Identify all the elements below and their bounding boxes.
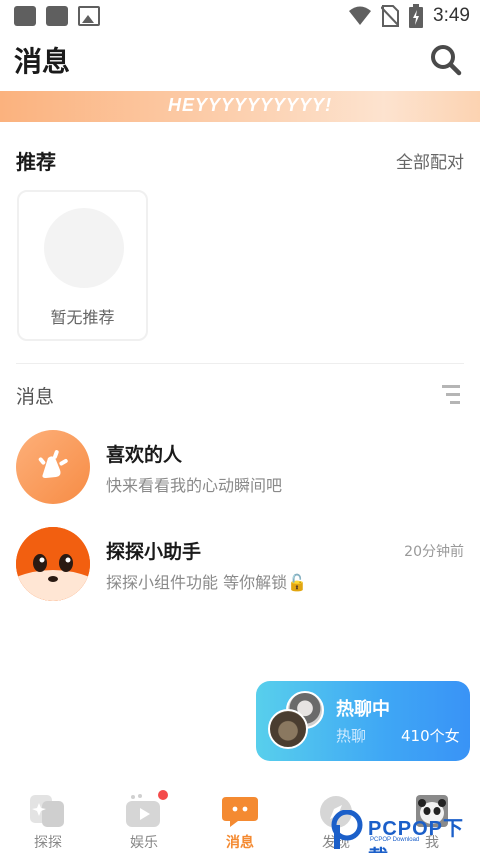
watermark-logo-icon [331,810,363,849]
all-matches-link[interactable]: 全部配对 [396,148,464,173]
avatar [268,709,308,749]
watermark: PCPOP下载 PCPOP Download [330,808,480,853]
notification-icon [46,6,68,26]
tab-label: 娱乐 [130,835,158,851]
hot-chat-title: 热聊中 [336,699,390,720]
cards-icon [30,795,64,827]
fox-icon [16,527,90,601]
banner-text: HEYYYYYYYYYY! [168,95,333,115]
hot-chat-card[interactable]: 热聊中 热聊 410个女 [256,681,470,761]
promo-banner[interactable]: HEYYYYYYYYYY! [0,91,480,122]
search-icon[interactable] [430,44,462,76]
notification-icon [14,6,36,26]
header: 消息 [0,36,480,88]
empty-recommend-text: 暂无推荐 [50,308,115,327]
watermark-subtext: PCPOP Download [370,837,420,843]
divider [16,363,464,364]
wifi-icon [349,6,372,25]
status-bar: 3:49 [0,0,480,32]
sparkle-icon [38,450,68,478]
list-menu-icon[interactable] [442,384,460,404]
chat-bubble-icon [222,797,258,827]
tab-entertainment[interactable]: 娱乐 [96,785,192,853]
page-title: 消息 [14,45,71,78]
notification-dot [158,790,168,800]
hot-chat-subtitle: 热聊 [336,727,367,745]
liked-people-avatar [16,430,90,504]
messages-label: 消息 [16,386,55,408]
avatar-placeholder [44,208,124,288]
recommend-card: 暂无推荐 [17,190,148,341]
message-preview: 探探小组件功能 等你解锁🔓 [106,573,308,592]
tab-messages[interactable]: 消息 [192,785,288,853]
message-name: 喜欢的人 [106,444,183,466]
message-time: 20分钟前 [404,544,464,560]
list-item[interactable]: 喜欢的人 快来看看我的心动瞬间吧 [16,430,464,506]
recommend-header: 推荐 全部配对 [16,146,464,176]
clock: 3:49 [433,5,470,26]
fox-avatar [16,527,90,601]
message-preview: 快来看看我的心动瞬间吧 [106,476,283,495]
list-item[interactable]: 探探小助手 探探小组件功能 等你解锁🔓 20分钟前 [16,527,464,603]
recommend-title: 推荐 [16,150,56,174]
video-icon [126,794,160,827]
no-sim-icon [381,5,400,27]
message-name: 探探小助手 [106,541,202,563]
watermark-text: PCPOP下载 [368,818,465,853]
tab-label: 消息 [226,835,254,851]
tab-explore[interactable]: 探探 [0,785,96,853]
battery-icon [409,4,424,28]
tab-label: 探探 [34,835,62,851]
hot-chat-count: 410个女 [401,727,460,745]
image-icon [78,6,100,26]
